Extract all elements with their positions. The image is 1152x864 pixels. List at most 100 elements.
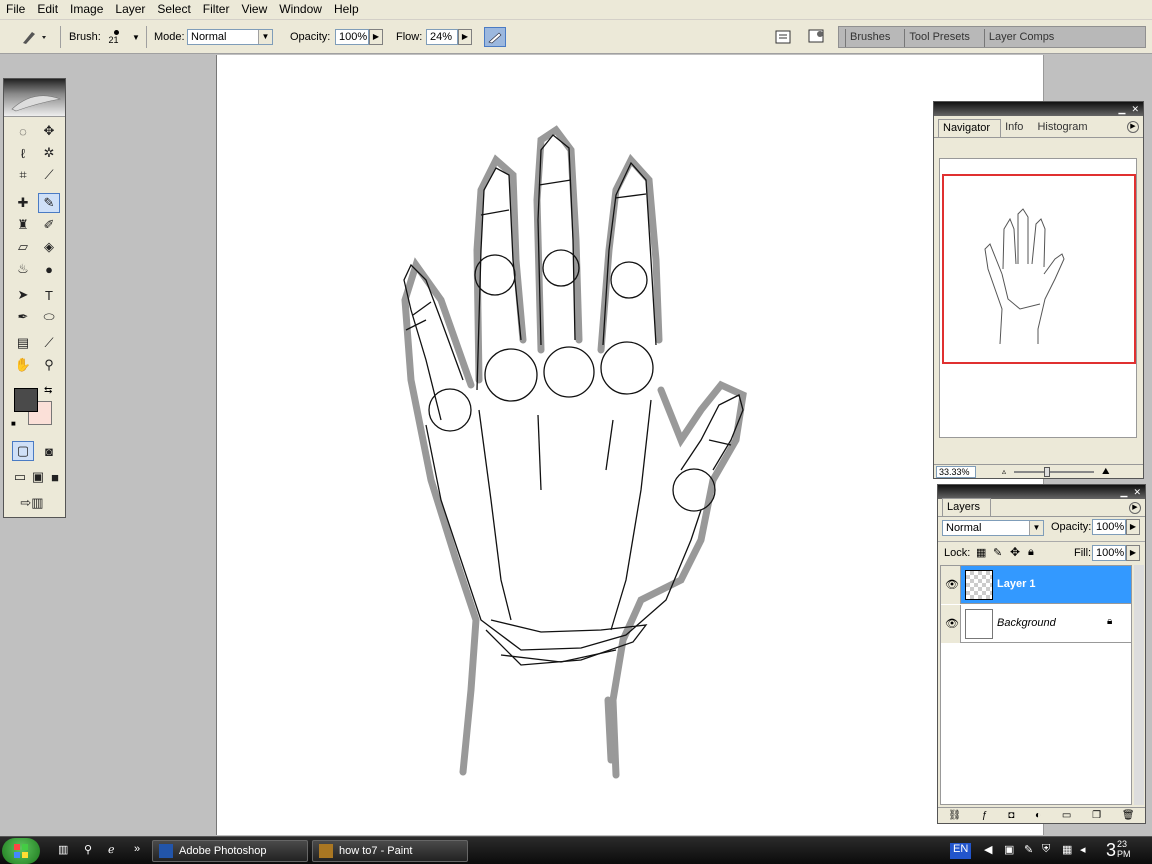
hand-tool-icon[interactable]: ✋: [12, 355, 34, 375]
close-icon[interactable]: ✕: [1133, 487, 1141, 498]
lock-pixels-icon[interactable]: ✎: [993, 546, 1002, 559]
language-indicator[interactable]: EN: [950, 843, 972, 859]
mode-select[interactable]: Normal ▼: [187, 29, 273, 45]
quick-launch-search-icon[interactable]: ⚲: [84, 843, 92, 859]
tray-expand-icon[interactable]: ◀: [984, 843, 992, 859]
network-icon[interactable]: ▣: [1004, 843, 1014, 859]
quick-launch-ie-icon[interactable]: ℯ: [108, 843, 115, 859]
navigator-titlebar[interactable]: ▁ ✕: [934, 102, 1143, 116]
task-adobe-photoshop[interactable]: Adobe Photoshop: [152, 840, 308, 862]
blend-mode-select[interactable]: Normal ▼: [942, 520, 1044, 536]
healing-brush-tool-icon[interactable]: ✚: [12, 193, 34, 213]
tab-info[interactable]: Info: [1001, 119, 1033, 137]
type-tool-icon[interactable]: T: [38, 285, 60, 305]
layer-name[interactable]: Layer 1: [997, 578, 1036, 590]
brush-picker[interactable]: 21: [108, 20, 119, 54]
layer-name[interactable]: Background: [997, 617, 1056, 629]
link-layers-icon[interactable]: ⛓: [948, 810, 961, 821]
opacity-input[interactable]: 100%: [335, 29, 369, 45]
layers-titlebar[interactable]: ▁ ✕: [938, 485, 1145, 499]
brush-tool-icon[interactable]: ✎: [38, 193, 60, 213]
clone-stamp-tool-icon[interactable]: ♜: [12, 215, 34, 235]
new-group-icon[interactable]: ▭: [1062, 810, 1071, 821]
tab-navigator[interactable]: Navigator: [938, 119, 1002, 137]
flow-slider-button[interactable]: ▶: [458, 29, 472, 45]
lock-all-icon[interactable]: 🔒︎: [1028, 546, 1034, 559]
minimize-icon[interactable]: ▁: [1121, 487, 1128, 498]
path-selection-tool-icon[interactable]: ➤: [12, 285, 34, 305]
layer-style-icon[interactable]: ƒ: [982, 810, 988, 821]
tray-app-icon[interactable]: ✎: [1024, 843, 1033, 859]
menu-view[interactable]: View: [235, 0, 273, 20]
standard-mode-icon[interactable]: ▢: [12, 441, 34, 461]
navigator-thumbnail[interactable]: [939, 158, 1137, 438]
quick-launch-more-icon[interactable]: »: [134, 843, 140, 859]
panel-menu-icon[interactable]: ▶: [1129, 502, 1141, 514]
eraser-tool-icon[interactable]: ▱: [12, 237, 34, 257]
new-layer-icon[interactable]: ❐: [1092, 810, 1101, 821]
zoom-slider-thumb[interactable]: [1044, 466, 1051, 477]
adjustment-layer-icon[interactable]: ◐: [1035, 810, 1041, 821]
pen-tool-icon[interactable]: ✒: [12, 307, 34, 327]
airbrush-toggle[interactable]: [484, 20, 506, 54]
foreground-color-swatch-top[interactable]: [14, 388, 38, 412]
palette-toggle-button[interactable]: [774, 20, 792, 54]
layer-mask-icon[interactable]: ◘: [1008, 810, 1014, 821]
quick-mask-mode-icon[interactable]: ◙: [38, 441, 60, 461]
jump-to-imageready-icon[interactable]: ⇨▥: [12, 493, 52, 513]
tab-layers[interactable]: Layers: [942, 498, 992, 516]
blur-tool-icon[interactable]: ♨: [12, 259, 34, 279]
zoom-tool-icon[interactable]: ⚲: [38, 355, 60, 375]
close-icon[interactable]: ✕: [1131, 104, 1139, 115]
menu-help[interactable]: Help: [328, 0, 365, 20]
paint-bucket-tool-icon[interactable]: ◈: [38, 237, 60, 257]
fill-input[interactable]: 100%: [1092, 545, 1126, 561]
full-screen-mode-icon[interactable]: ■: [44, 467, 66, 487]
layer-opacity-input[interactable]: 100%: [1092, 519, 1126, 535]
eye-visibility-icon[interactable]: 👁︎: [945, 617, 959, 630]
lock-transparency-icon[interactable]: ▦: [976, 546, 986, 559]
tray-volume-icon[interactable]: ◂: [1080, 843, 1086, 859]
menu-file[interactable]: File: [0, 0, 31, 20]
magic-wand-tool-icon[interactable]: ✲: [38, 143, 60, 163]
tool-preset-picker[interactable]: [18, 20, 48, 54]
well-tab-brushes[interactable]: Brushes: [845, 29, 902, 47]
zoom-level-input[interactable]: 33.33%: [936, 465, 976, 478]
eyedropper-tool-icon[interactable]: ⟋: [38, 333, 60, 353]
layers-scrollbar[interactable]: [1134, 565, 1144, 805]
menu-edit[interactable]: Edit: [31, 0, 64, 20]
minimize-icon[interactable]: ▁: [1119, 104, 1126, 115]
menu-select[interactable]: Select: [151, 0, 196, 20]
start-button[interactable]: [2, 838, 40, 864]
tray-monitor-icon[interactable]: ▦: [1062, 843, 1072, 859]
opacity-slider-button[interactable]: ▶: [369, 29, 383, 45]
eye-visibility-icon[interactable]: 👁︎: [945, 578, 959, 591]
security-shield-icon[interactable]: ⛨: [1042, 843, 1050, 859]
clock[interactable]: 3 23 PM: [1106, 839, 1131, 861]
zoom-in-icon[interactable]: ⛰: [1102, 466, 1110, 477]
panel-menu-icon[interactable]: ▶: [1127, 121, 1139, 133]
well-tab-tool-presets[interactable]: Tool Presets: [904, 29, 982, 47]
document-canvas[interactable]: [216, 55, 1044, 835]
delete-layer-icon[interactable]: 🗑︎: [1122, 810, 1135, 821]
toolbox-header[interactable]: [4, 79, 65, 117]
menu-image[interactable]: Image: [64, 0, 109, 20]
default-colors-icon[interactable]: ■: [11, 419, 16, 428]
ellipse-tool-icon[interactable]: ⬭: [38, 307, 60, 327]
layer-row-layer-1[interactable]: 👁︎ Layer 1: [941, 566, 1131, 604]
history-brush-tool-icon[interactable]: ✐: [38, 215, 60, 235]
well-tab-layer-comps[interactable]: Layer Comps: [983, 29, 1066, 47]
zoom-out-icon[interactable]: ▵: [1002, 467, 1006, 476]
dodge-tool-icon[interactable]: ●: [38, 259, 60, 279]
task-paint[interactable]: how to7 - Paint: [312, 840, 468, 862]
marquee-tool-icon[interactable]: ◌: [12, 121, 34, 141]
brush-dropdown-arrow[interactable]: ▼: [132, 20, 140, 54]
move-tool-icon[interactable]: ✥: [38, 121, 60, 141]
bridge-button[interactable]: [806, 20, 828, 54]
flow-input[interactable]: 24%: [426, 29, 458, 45]
slice-tool-icon[interactable]: ⟋: [38, 165, 60, 185]
notes-tool-icon[interactable]: ▤: [12, 333, 34, 353]
layer-row-background[interactable]: 👁︎ Background 🔒︎: [941, 605, 1131, 643]
menu-filter[interactable]: Filter: [197, 0, 236, 20]
zoom-slider[interactable]: [1014, 466, 1095, 477]
